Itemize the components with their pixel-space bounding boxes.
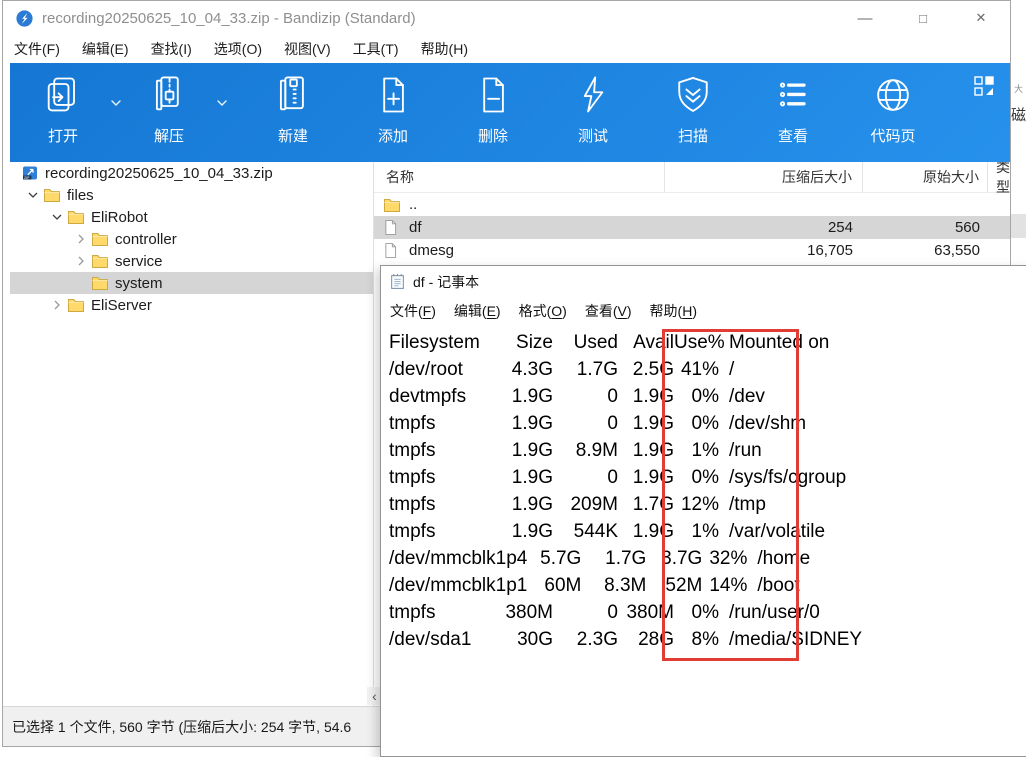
file-list-header: 名称压缩后大小原始大小类型	[374, 162, 1010, 193]
file-icon	[384, 243, 402, 259]
toolbar-button-delete[interactable]: 删除	[460, 71, 526, 146]
folder-icon	[68, 209, 86, 225]
codepage-icon	[871, 73, 915, 117]
toolbar-button-new[interactable]: 新建	[260, 71, 326, 146]
bandizip-window-title: recording20250625_10_04_33.zip - Bandizi…	[42, 10, 416, 27]
tree-item-controller[interactable]: controller	[10, 228, 373, 250]
open-icon	[41, 73, 85, 117]
bandizip-menu-item[interactable]: 帮助(H)	[410, 39, 479, 59]
tree-item-files[interactable]: files	[10, 184, 373, 206]
bandizip-menu-item[interactable]: 工具(T)	[342, 39, 410, 59]
bandizip-titlebar: recording20250625_10_04_33.zip - Bandizi…	[3, 1, 1010, 35]
file-icon	[384, 220, 402, 236]
add-icon	[371, 73, 415, 117]
toolbar-button-scan[interactable]: 扫描	[660, 71, 726, 146]
tree-item-system[interactable]: system	[10, 272, 373, 294]
bandizip-window-controls: — □ ✕	[836, 1, 1010, 35]
scan-icon	[671, 73, 715, 117]
chevron-down-icon[interactable]	[22, 184, 44, 206]
bandizip-menu-item[interactable]: 文件(F)	[3, 39, 71, 59]
extract-icon	[147, 73, 191, 117]
annotation-rect	[662, 329, 799, 661]
bandizip-menu-item[interactable]: 选项(O)	[203, 39, 273, 59]
toolbar-dropdown-open[interactable]	[96, 71, 136, 135]
tree-item-eliserver[interactable]: EliServer	[10, 294, 373, 316]
chevron-placeholder	[70, 272, 92, 294]
file-row-df[interactable]: df254560	[374, 216, 1010, 239]
toolbar-button-test[interactable]: 测试	[560, 71, 626, 146]
tree-item-service[interactable]: service	[10, 250, 373, 272]
bandizip-menubar: 文件(F)编辑(E)查找(I)选项(O)视图(V)工具(T)帮助(H)	[3, 35, 1010, 63]
column-header-2[interactable]: 原始大小	[863, 162, 988, 192]
bandizip-menu-item[interactable]: 查找(I)	[140, 39, 203, 59]
folder-icon	[92, 231, 110, 247]
archive-tree-panel: ZIPrecording20250625_10_04_33.zipfilesEl…	[10, 162, 374, 706]
view-icon	[771, 73, 815, 117]
column-header-0[interactable]: 名称	[374, 162, 665, 192]
background-window-fragment: 磁	[1011, 104, 1026, 125]
notepad-menu-item[interactable]: 文件(F)	[381, 301, 445, 321]
chevron-right-icon[interactable]	[70, 228, 92, 250]
folder-icon	[384, 197, 402, 213]
tree-item-elirobot[interactable]: EliRobot	[10, 206, 373, 228]
new-icon	[271, 73, 315, 117]
file-row-dmesg[interactable]: dmesg16,70563,550	[374, 239, 1010, 262]
notepad-menu-item[interactable]: 帮助(H)	[641, 301, 706, 321]
folder-icon	[68, 297, 86, 313]
test-icon	[571, 73, 615, 117]
file-row--[interactable]: ..	[374, 193, 1010, 216]
bandizip-menu-item[interactable]: 编辑(E)	[71, 39, 140, 59]
notepad-menu-item[interactable]: 格式(O)	[510, 301, 576, 321]
notepad-menu-item[interactable]: 查看(V)	[576, 301, 641, 321]
chevron-right-icon[interactable]	[46, 294, 68, 316]
bandizip-app-icon	[16, 10, 33, 27]
status-text: 已选择 1 个文件, 560 字节 (压缩后大小: 254 字节, 54.6	[12, 717, 351, 737]
notepad-titlebar: df - 记事本	[381, 266, 1026, 297]
notepad-app-icon	[389, 273, 406, 290]
tree-item-recording20250625-10-04-33-zip[interactable]: ZIPrecording20250625_10_04_33.zip	[10, 162, 373, 184]
toolbar-dropdown-extract[interactable]	[202, 71, 242, 135]
toolbar-button-codepage[interactable]: 代码页	[860, 71, 926, 146]
chevron-right-icon[interactable]	[70, 250, 92, 272]
background-window-fragment: 大	[1014, 82, 1023, 95]
toolbar-buttons: 打开解压新建添加删除测试扫描查看代码页	[10, 63, 1010, 162]
svg-text:ZIP: ZIP	[24, 176, 30, 180]
column-header-1[interactable]: 压缩后大小	[665, 162, 863, 192]
folder-icon	[44, 187, 62, 203]
background-window-row-fragment	[1010, 214, 1026, 238]
chevron-down-icon[interactable]	[46, 206, 68, 228]
folder-icon	[92, 253, 110, 269]
minimize-button[interactable]: —	[836, 1, 894, 35]
toolbar-button-open[interactable]: 打开	[30, 71, 96, 146]
zip-archive-icon: ZIP	[22, 165, 40, 181]
toolbar-button-extract[interactable]: 解压	[136, 71, 202, 146]
notepad-menubar: 文件(F)编辑(E)格式(O)查看(V)帮助(H)	[381, 297, 1026, 326]
close-button[interactable]: ✕	[952, 1, 1010, 35]
maximize-button[interactable]: □	[894, 1, 952, 35]
folder-icon	[92, 275, 110, 291]
bandizip-menu-item[interactable]: 视图(V)	[273, 39, 342, 59]
notepad-window-title: df - 记事本	[413, 272, 479, 292]
file-list-body: ..df254560dmesg16,70563,550	[374, 193, 1010, 262]
toolbar-button-add[interactable]: 添加	[360, 71, 426, 146]
toolbar-button-view[interactable]: 查看	[760, 71, 826, 146]
column-header-3[interactable]: 类型	[988, 162, 1010, 192]
bandizip-toolbar: 打开解压新建添加删除测试扫描查看代码页	[10, 63, 1010, 162]
notepad-menu-item[interactable]: 编辑(E)	[445, 301, 510, 321]
layout-grid-icon[interactable]	[974, 76, 994, 96]
delete-icon	[471, 73, 515, 117]
